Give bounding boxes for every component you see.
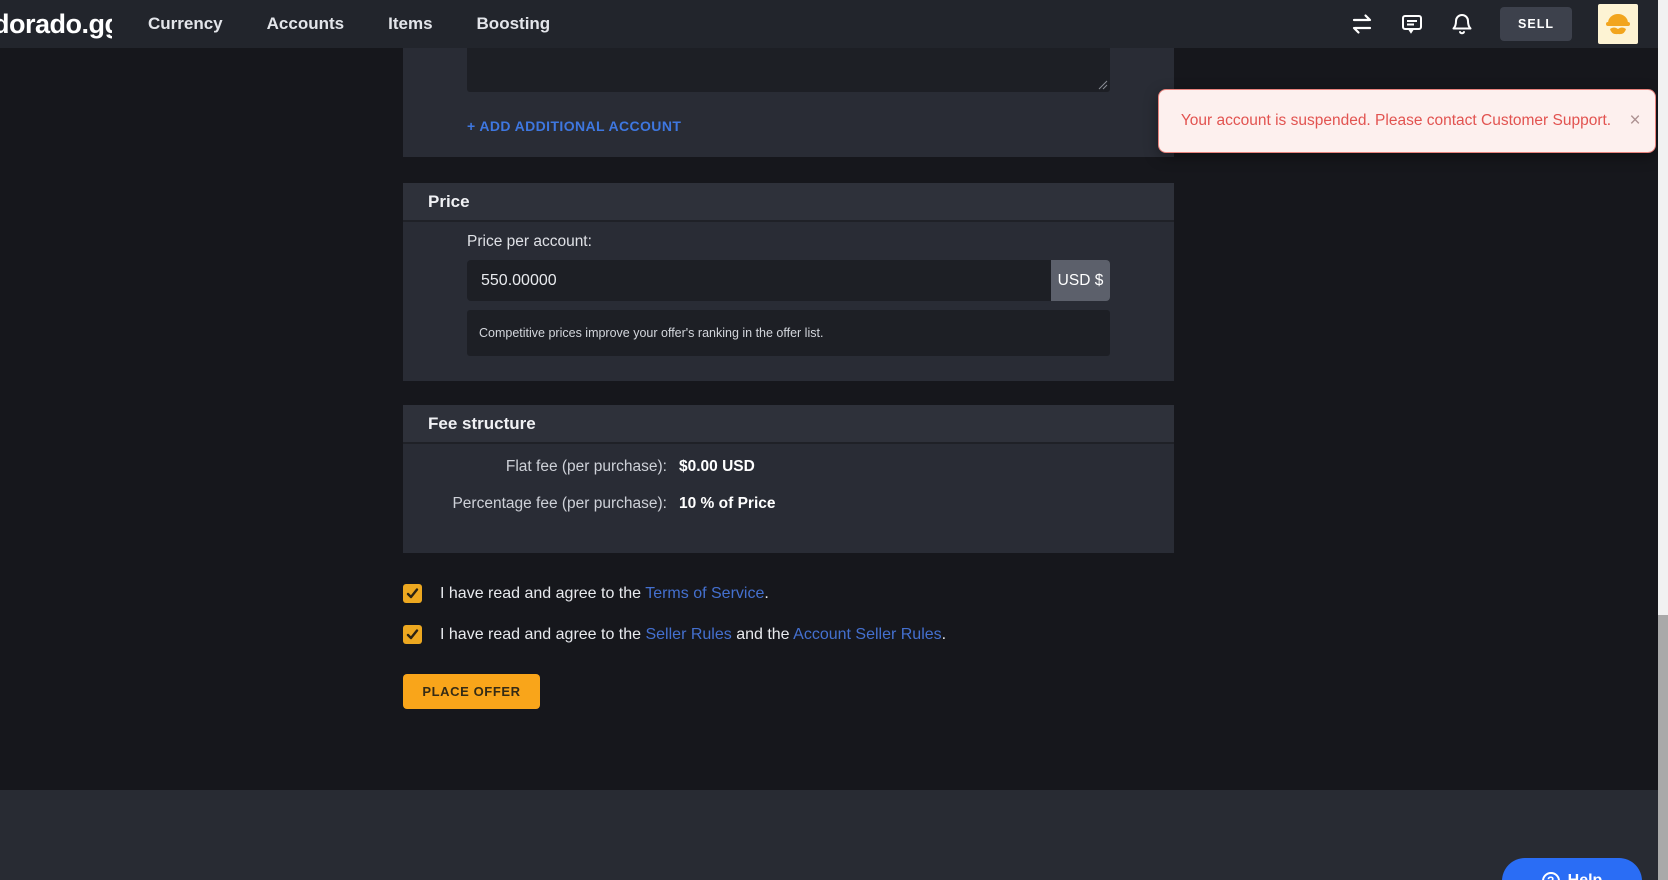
price-input[interactable] [467,260,1051,301]
percentage-fee-row: Percentage fee (per purchase): 10 % of P… [403,495,1174,513]
swap-currency-icon[interactable] [1350,12,1374,36]
site-logo[interactable]: dorado.gg [0,0,112,48]
flat-fee-row: Flat fee (per purchase): $0.00 USD [403,458,1174,476]
seller-rules-agreement-row: I have read and agree to the Seller Rule… [403,625,946,644]
nav-item-currency[interactable]: Currency [148,14,223,34]
flat-fee-value: $0.00 USD [679,458,755,476]
toast-message: Your account is suspended. Please contac… [1159,112,1615,130]
fee-structure-card: Fee structure Flat fee (per purchase): $… [403,405,1174,553]
seller-text-suffix: . [942,626,946,643]
price-card-title: Price [403,183,1174,222]
terms-checkbox[interactable] [403,584,422,603]
account-details-card: + ADD ADDITIONAL ACCOUNT [403,48,1174,157]
site-logo-text: dorado.gg [0,9,112,40]
seller-rules-agreement-text: I have read and agree to the Seller Rule… [440,626,946,644]
percentage-fee-value: 10 % of Price [679,495,776,513]
terms-of-service-link[interactable]: Terms of Service [645,585,764,602]
sell-button[interactable]: SELL [1500,7,1572,41]
add-additional-account-link[interactable]: + ADD ADDITIONAL ACCOUNT [467,118,681,134]
price-card: Price Price per account: USD $ Competiti… [403,183,1174,381]
avatar[interactable] [1598,4,1638,44]
percentage-fee-label: Percentage fee (per purchase): [403,495,667,513]
top-navbar: dorado.gg Currency Accounts Items Boosti… [0,0,1658,48]
help-button[interactable]: ? Help [1502,858,1642,880]
price-input-row: USD $ [467,260,1110,301]
place-offer-button[interactable]: PLACE OFFER [403,674,540,709]
seller-rules-link[interactable]: Seller Rules [645,626,731,643]
terms-agreement-text: I have read and agree to the Terms of Se… [440,585,769,603]
nav-item-items[interactable]: Items [388,14,432,34]
account-description-textarea[interactable] [467,48,1110,92]
fee-card-title: Fee structure [403,405,1174,444]
price-per-account-label: Price per account: [467,233,592,251]
account-seller-rules-link[interactable]: Account Seller Rules [793,626,942,643]
avatar-helmet-icon [1601,7,1635,41]
terms-text-prefix: I have read and agree to the [440,585,645,602]
main-nav: Currency Accounts Items Boosting [148,14,550,34]
nav-item-boosting[interactable]: Boosting [477,14,551,34]
help-button-label: Help [1568,872,1603,880]
notifications-bell-icon[interactable] [1450,12,1474,36]
suspension-toast: Your account is suspended. Please contac… [1158,89,1656,153]
messages-icon[interactable] [1400,12,1424,36]
footer: Eldorado.gg Help Center Contact us Priva… [0,790,1658,880]
nav-item-accounts[interactable]: Accounts [267,14,344,34]
terms-text-suffix: . [764,585,768,602]
price-hint: Competitive prices improve your offer's … [467,310,1110,356]
scrollbar-track[interactable] [1658,0,1668,880]
help-question-icon: ? [1542,872,1560,880]
terms-agreement-row: I have read and agree to the Terms of Se… [403,584,769,603]
toast-close-icon[interactable]: × [1615,110,1655,132]
scrollbar-thumb[interactable] [1658,615,1668,880]
currency-selector[interactable]: USD $ [1051,260,1110,301]
seller-text-middle: and the [732,626,793,643]
seller-text-prefix: I have read and agree to the [440,626,645,643]
seller-rules-checkbox[interactable] [403,625,422,644]
flat-fee-label: Flat fee (per purchase): [403,458,667,476]
navbar-right: SELL [1350,0,1638,48]
